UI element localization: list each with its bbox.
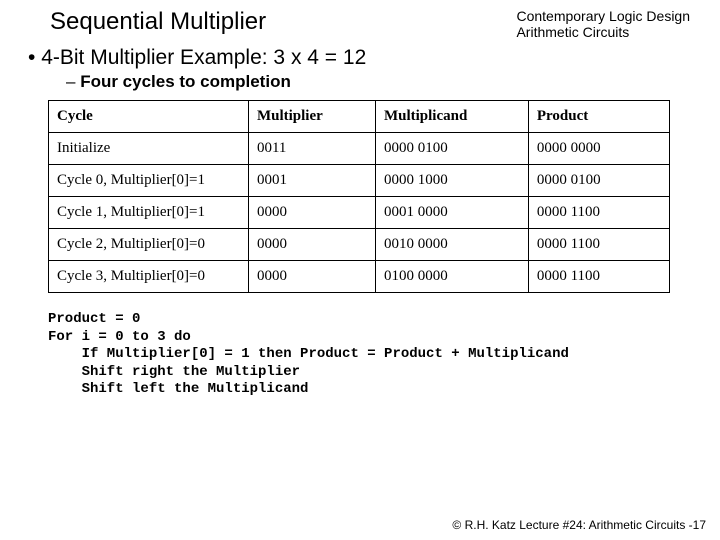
bullet-list: 4-Bit Multiplier Example: 3 x 4 = 12 Fou… [0,40,720,92]
cell: 0000 0000 [528,133,669,165]
course-label: Contemporary Logic Design Arithmetic Cir… [516,8,690,40]
cell: 0010 0000 [375,229,528,261]
algorithm-pseudocode: Product = 0 For i = 0 to 3 do If Multipl… [48,311,720,399]
course-line-1: Contemporary Logic Design [516,8,690,24]
cell: 0000 [248,197,375,229]
course-line-2: Arithmetic Circuits [516,24,690,40]
bullet-level-2: Four cycles to completion [66,72,720,92]
cell: Cycle 0, Multiplier[0]=1 [49,165,249,197]
cell: 0000 [248,229,375,261]
cell: 0011 [248,133,375,165]
cell: 0000 1100 [528,197,669,229]
table-row: Cycle 0, Multiplier[0]=1 0001 0000 1000 … [49,165,670,197]
table-row: Cycle 2, Multiplier[0]=0 0000 0010 0000 … [49,229,670,261]
cell: 0001 [248,165,375,197]
col-header: Multiplicand [375,101,528,133]
cell: Cycle 1, Multiplier[0]=1 [49,197,249,229]
table-row: Cycle 3, Multiplier[0]=0 0000 0100 0000 … [49,261,670,293]
table-header-row: Cycle Multiplier Multiplicand Product [49,101,670,133]
cell: 0000 1000 [375,165,528,197]
cell: 0000 1100 [528,229,669,261]
cell: Cycle 2, Multiplier[0]=0 [49,229,249,261]
slide-header: Sequential Multiplier Contemporary Logic… [0,0,720,40]
cell: 0000 0100 [375,133,528,165]
bullet-level-1: 4-Bit Multiplier Example: 3 x 4 = 12 [28,46,720,70]
cell: 0000 [248,261,375,293]
col-header: Cycle [49,101,249,133]
col-header: Product [528,101,669,133]
slide-title: Sequential Multiplier [50,8,266,36]
cell: 0000 1100 [528,261,669,293]
col-header: Multiplier [248,101,375,133]
cell: 0001 0000 [375,197,528,229]
cycle-table: Cycle Multiplier Multiplicand Product In… [48,100,670,293]
cell: Cycle 3, Multiplier[0]=0 [49,261,249,293]
cell: 0000 0100 [528,165,669,197]
table-row: Initialize 0011 0000 0100 0000 0000 [49,133,670,165]
table-row: Cycle 1, Multiplier[0]=1 0000 0001 0000 … [49,197,670,229]
cell: 0100 0000 [375,261,528,293]
slide-footer: © R.H. Katz Lecture #24: Arithmetic Circ… [452,518,706,532]
cell: Initialize [49,133,249,165]
